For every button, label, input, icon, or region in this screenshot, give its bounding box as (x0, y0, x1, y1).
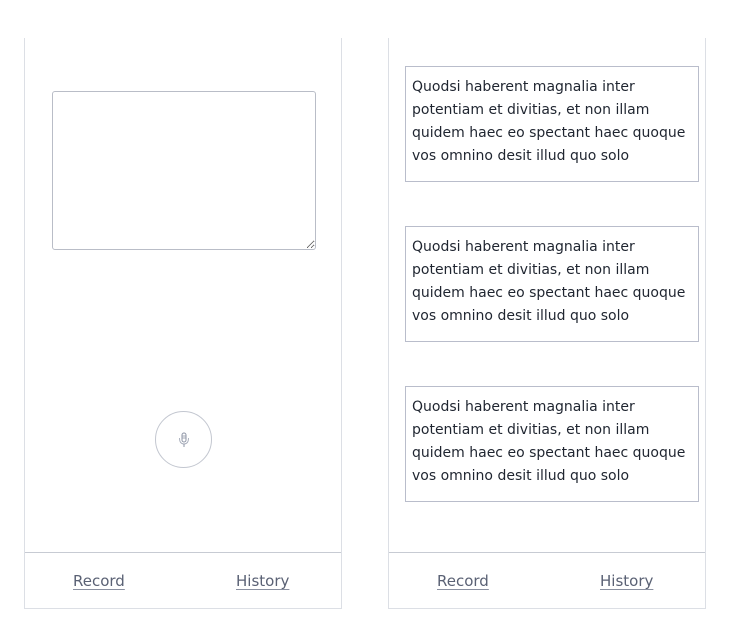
history-entry-text: Quodsi haberent magnalia inter potentiam… (412, 399, 686, 484)
tab-history[interactable]: History (600, 572, 653, 590)
history-screen: Quodsi haberent magnalia inter potentiam… (388, 38, 706, 609)
tab-record[interactable]: Record (437, 572, 489, 590)
tab-history[interactable]: History (236, 572, 289, 590)
tab-record[interactable]: Record (73, 572, 125, 590)
history-entry[interactable]: Quodsi haberent magnalia inter potentiam… (405, 66, 699, 182)
history-entry-text: Quodsi haberent magnalia inter potentiam… (412, 239, 686, 324)
history-entry[interactable]: Quodsi haberent magnalia inter potentiam… (405, 226, 699, 342)
history-entry-text: Quodsi haberent magnalia inter potentiam… (412, 79, 686, 164)
bottom-tab-bar: Record History (389, 552, 705, 608)
record-mic-button[interactable] (155, 411, 212, 468)
bottom-tab-bar: Record History (25, 552, 341, 608)
history-entry[interactable]: Quodsi haberent magnalia inter potentiam… (405, 386, 699, 502)
record-screen: Record History (24, 38, 342, 609)
microphone-icon (178, 432, 189, 447)
transcript-input[interactable] (52, 91, 316, 250)
